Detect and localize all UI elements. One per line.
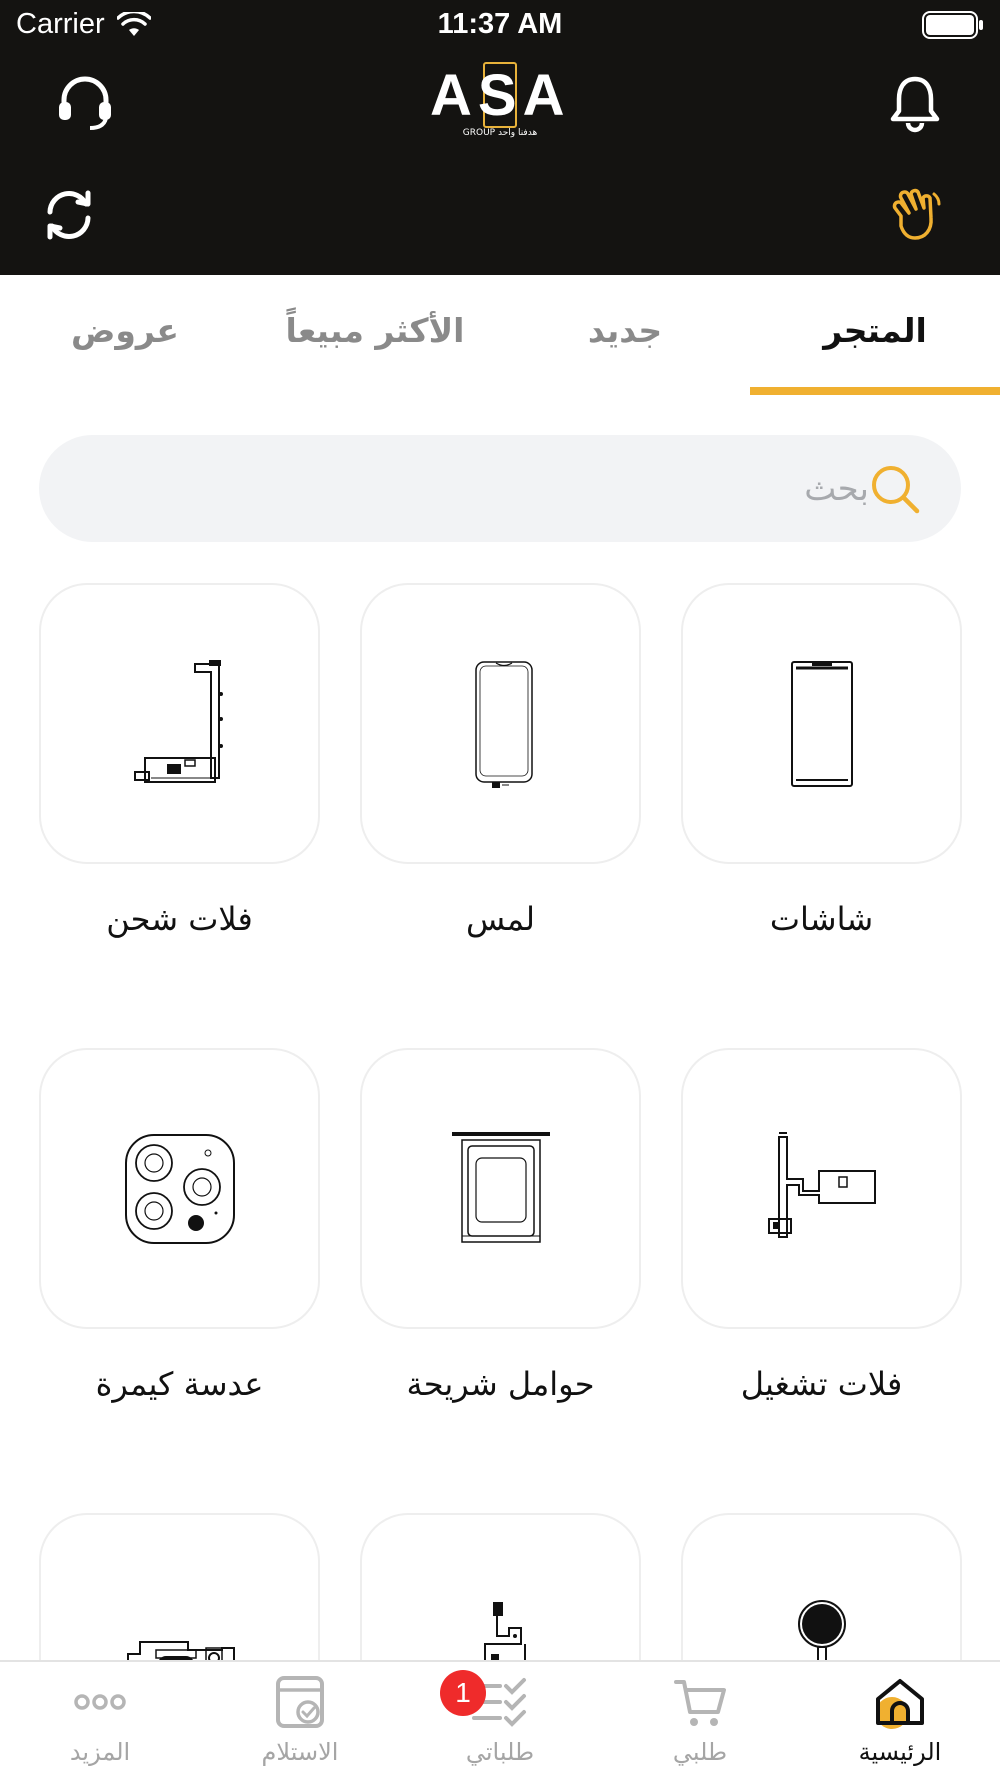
active-tab-indicator <box>750 387 1000 395</box>
category-home-button[interactable] <box>681 1513 962 1660</box>
category-power-flex[interactable]: فلات تشغيل <box>681 1048 962 1403</box>
charging-flex-icon <box>133 659 223 783</box>
nav-label: المزيد <box>69 1738 131 1766</box>
waving-hand-icon[interactable] <box>880 180 950 250</box>
search-bar[interactable] <box>39 435 961 542</box>
category-camera-module[interactable] <box>39 1513 320 1660</box>
nav-my-orders[interactable]: طلباتي <box>400 1662 600 1778</box>
category-tabs: المتجر جديد الأكثر مبيعاً عروض <box>0 275 1000 395</box>
category-card[interactable] <box>360 1513 641 1660</box>
orders-count-badge: 1 <box>440 1670 486 1716</box>
nav-home[interactable]: الرئيسية <box>800 1662 1000 1778</box>
notifications-bell-icon[interactable] <box>880 68 950 138</box>
power-flex-icon <box>767 1131 876 1238</box>
category-label: فلات تشغيل <box>740 1365 903 1403</box>
screen-icon <box>790 660 853 787</box>
category-card[interactable] <box>360 583 641 864</box>
search-input[interactable] <box>79 435 869 542</box>
flex-board-icon <box>483 1601 526 1660</box>
category-label: شاشات <box>769 900 874 938</box>
receive-icon <box>265 1672 335 1732</box>
camera-lens-icon <box>124 1133 235 1244</box>
search-icon[interactable] <box>869 463 921 515</box>
sim-tray-icon <box>451 1131 550 1243</box>
tab-new[interactable]: جديد <box>510 311 740 350</box>
home-icon <box>865 1672 935 1732</box>
category-camera-lens[interactable]: عدسة كيمرة <box>39 1048 320 1403</box>
category-grid: شاشات لمس فلات شحن فلات تشغيل حوامل شريح… <box>0 583 1000 1660</box>
more-icon <box>65 1672 135 1732</box>
category-label: فلات شحن <box>106 900 253 938</box>
nav-label: طلباتي <box>465 1738 535 1766</box>
nav-my-order[interactable]: طلبي <box>600 1662 800 1778</box>
logo-text: ASA <box>430 63 571 128</box>
touch-icon <box>474 660 533 788</box>
nav-more[interactable]: المزيد <box>0 1662 200 1778</box>
nav-label: الاستلام <box>261 1738 339 1766</box>
category-screens[interactable]: شاشات <box>681 583 962 938</box>
support-headset-icon[interactable] <box>50 68 120 138</box>
category-charging-flex[interactable]: فلات شحن <box>39 583 320 938</box>
category-card[interactable] <box>39 1513 320 1660</box>
category-card[interactable] <box>681 1048 962 1329</box>
refresh-icon[interactable] <box>34 180 104 250</box>
category-card[interactable] <box>360 1048 641 1329</box>
nav-label: طلبي <box>672 1738 728 1766</box>
category-card[interactable] <box>681 583 962 864</box>
bottom-navigation: الرئيسية طلبي طلباتي 1 الاستلام المزيد <box>0 1660 1000 1778</box>
category-card[interactable] <box>681 1513 962 1660</box>
category-sim-tray[interactable]: حوامل شريحة <box>360 1048 641 1403</box>
category-card[interactable] <box>39 583 320 864</box>
camera-module-icon <box>126 1640 235 1660</box>
category-flex-board[interactable] <box>360 1513 641 1660</box>
status-bar: Carrier 11:37 AM <box>0 0 1000 50</box>
clock: 11:37 AM <box>437 8 563 40</box>
battery-icon <box>922 11 983 39</box>
category-label: لمس <box>465 900 536 938</box>
tab-offers[interactable]: عروض <box>10 311 240 350</box>
logo-subtext: GROUP هدفنا واحد <box>462 128 538 138</box>
brand-logo: ASA GROUP هدفنا واحد <box>430 58 570 148</box>
nav-receive[interactable]: الاستلام <box>200 1662 400 1778</box>
category-label: عدسة كيمرة <box>95 1365 264 1403</box>
home-button-icon <box>797 1599 846 1660</box>
nav-label: الرئيسية <box>858 1738 942 1766</box>
tab-store[interactable]: المتجر <box>760 311 990 350</box>
category-card[interactable] <box>39 1048 320 1329</box>
category-label: حوامل شريحة <box>406 1365 595 1403</box>
cart-icon <box>665 1672 735 1732</box>
tab-best-selling[interactable]: الأكثر مبيعاً <box>260 311 490 350</box>
app-header: Carrier 11:37 AM ASA GROUP هدفنا واحد <box>0 0 1000 275</box>
category-touch[interactable]: لمس <box>360 583 641 938</box>
